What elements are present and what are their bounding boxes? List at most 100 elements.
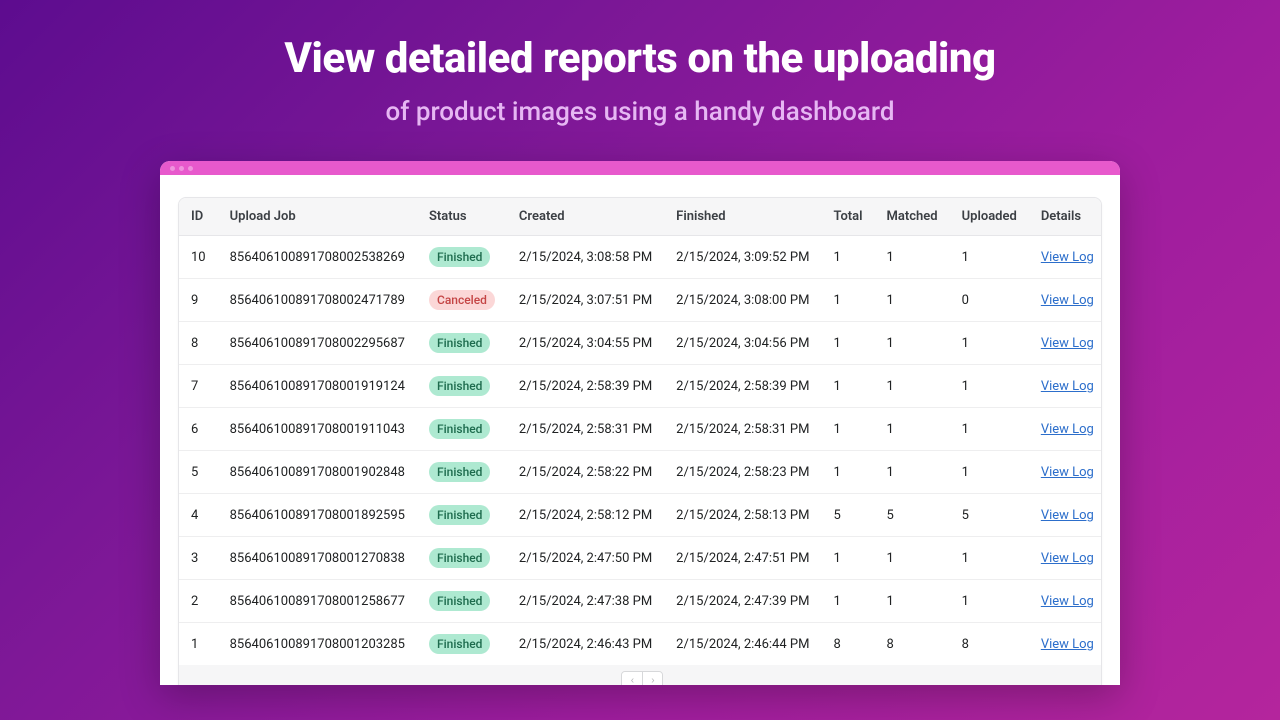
cell-status: Finished — [417, 236, 507, 279]
table-row: 5856406100891708001902848 Finished 2/15/20… — [179, 451, 1102, 494]
cell-matched: 5 — [875, 494, 950, 537]
cell-uploaded: 1 — [950, 451, 1029, 494]
cell-total: 1 — [821, 537, 874, 580]
cell-total: 5 — [821, 494, 874, 537]
cell-details: View Log — [1029, 580, 1102, 623]
cell-created: 2/15/2024, 2:47:50 PM — [507, 537, 664, 580]
table-row: 9856406100891708002471789Canceled2/15/20… — [179, 279, 1102, 322]
cell-details: View Log — [1029, 236, 1102, 279]
table-row: 8856406100891708002295687Finished2/15/20… — [179, 322, 1102, 365]
cell-uploaded: 8 — [950, 623, 1029, 666]
view-log-link[interactable]: View Log — [1041, 293, 1094, 308]
cell-total: 1 — [821, 322, 874, 365]
cell-status: Finished — [417, 537, 507, 580]
browser-window: ID Upload Job Status Created Finished To… — [160, 161, 1120, 685]
cell-status: Finished — [417, 580, 507, 623]
view-log-link[interactable]: View Log — [1041, 336, 1094, 351]
chevron-left-icon: ‹ — [631, 676, 634, 685]
col-header-id: ID — [179, 198, 218, 236]
cell-uploaded: 1 — [950, 408, 1029, 451]
status-badge: Finished — [429, 333, 490, 353]
status-badge: Finished — [429, 247, 490, 267]
cell-job: 856406100891708001902848 — [218, 451, 417, 494]
table-row: 1856406100891708001203285Finished2/15/20… — [179, 623, 1102, 666]
cell-uploaded: 1 — [950, 580, 1029, 623]
cell-job: 856406100891708002471789 — [218, 279, 417, 322]
view-log-link[interactable]: View Log — [1041, 422, 1094, 437]
cell-id: 2 — [179, 580, 218, 623]
cell-matched: 1 — [875, 537, 950, 580]
cell-id: 1 — [179, 623, 218, 666]
cell-finished: 2/15/2024, 2:47:39 PM — [664, 580, 821, 623]
table-row: 10856406100891708002538269 Finished 2/15/2… — [179, 236, 1102, 279]
cell-total: 1 — [821, 580, 874, 623]
view-log-link[interactable]: View Log — [1041, 465, 1094, 480]
view-log-link[interactable]: View Log — [1041, 637, 1094, 652]
cell-id: 10 — [179, 236, 218, 279]
view-log-link[interactable]: View Log — [1041, 508, 1094, 523]
table-row: 3856406100891708001270838Finished2/15/20… — [179, 537, 1102, 580]
status-badge: Finished — [429, 462, 490, 482]
cell-id: 9 — [179, 279, 218, 322]
col-header-finished: Finished — [664, 198, 821, 236]
cell-created: 2/15/2024, 3:04:55 PM — [507, 322, 664, 365]
status-badge: Finished — [429, 419, 490, 439]
pager-next-button[interactable]: › — [642, 672, 662, 685]
cell-created: 2/15/2024, 2:58:12 PM — [507, 494, 664, 537]
col-header-details: Details — [1029, 198, 1102, 236]
status-badge: Finished — [429, 376, 490, 396]
cell-matched: 1 — [875, 580, 950, 623]
cell-total: 1 — [821, 279, 874, 322]
cell-total: 1 — [821, 365, 874, 408]
cell-matched: 8 — [875, 623, 950, 666]
cell-status: Finished — [417, 451, 507, 494]
view-log-link[interactable]: View Log — [1041, 551, 1094, 566]
status-badge: Finished — [429, 548, 490, 568]
cell-uploaded: 5 — [950, 494, 1029, 537]
view-log-link[interactable]: View Log — [1041, 250, 1094, 265]
cell-matched: 1 — [875, 365, 950, 408]
cell-id: 6 — [179, 408, 218, 451]
pager: ‹ › — [621, 671, 663, 685]
cell-id: 5 — [179, 451, 218, 494]
view-log-link[interactable]: View Log — [1041, 594, 1094, 609]
cell-uploaded: 1 — [950, 236, 1029, 279]
cell-matched: 1 — [875, 322, 950, 365]
cell-details: View Log — [1029, 494, 1102, 537]
page-headline: View detailed reports on the uploading — [0, 0, 1280, 83]
cell-job: 856406100891708001270838 — [218, 537, 417, 580]
cell-job: 856406100891708002295687 — [218, 322, 417, 365]
cell-created: 2/15/2024, 2:58:22 PM — [507, 451, 664, 494]
view-log-link[interactable]: View Log — [1041, 379, 1094, 394]
cell-status: Canceled — [417, 279, 507, 322]
pager-prev-button[interactable]: ‹ — [622, 672, 642, 685]
jobs-table-head: ID Upload Job Status Created Finished To… — [179, 198, 1102, 236]
cell-uploaded: 1 — [950, 537, 1029, 580]
col-header-uploaded: Uploaded — [950, 198, 1029, 236]
cell-created: 2/15/2024, 2:58:39 PM — [507, 365, 664, 408]
cell-details: View Log — [1029, 623, 1102, 666]
cell-finished: 2/15/2024, 2:46:44 PM — [664, 623, 821, 666]
cell-details: View Log — [1029, 537, 1102, 580]
status-badge: Finished — [429, 505, 490, 525]
cell-status: Finished — [417, 623, 507, 666]
cell-details: View Log — [1029, 279, 1102, 322]
close-icon — [170, 166, 175, 171]
cell-status: Finished — [417, 408, 507, 451]
jobs-table-footer: ‹ › — [179, 665, 1102, 685]
cell-created: 2/15/2024, 2:46:43 PM — [507, 623, 664, 666]
cell-uploaded: 1 — [950, 365, 1029, 408]
cell-uploaded: 1 — [950, 322, 1029, 365]
cell-matched: 1 — [875, 408, 950, 451]
cell-total: 1 — [821, 408, 874, 451]
col-header-total: Total — [821, 198, 874, 236]
cell-finished: 2/15/2024, 2:58:39 PM — [664, 365, 821, 408]
cell-job: 856406100891708002538269 — [218, 236, 417, 279]
cell-total: 1 — [821, 451, 874, 494]
cell-id: 4 — [179, 494, 218, 537]
table-row: 2856406100891708001258677Finished2/15/20… — [179, 580, 1102, 623]
maximize-icon — [188, 166, 193, 171]
cell-finished: 2/15/2024, 2:58:23 PM — [664, 451, 821, 494]
col-header-created: Created — [507, 198, 664, 236]
cell-created: 2/15/2024, 3:08:58 PM — [507, 236, 664, 279]
